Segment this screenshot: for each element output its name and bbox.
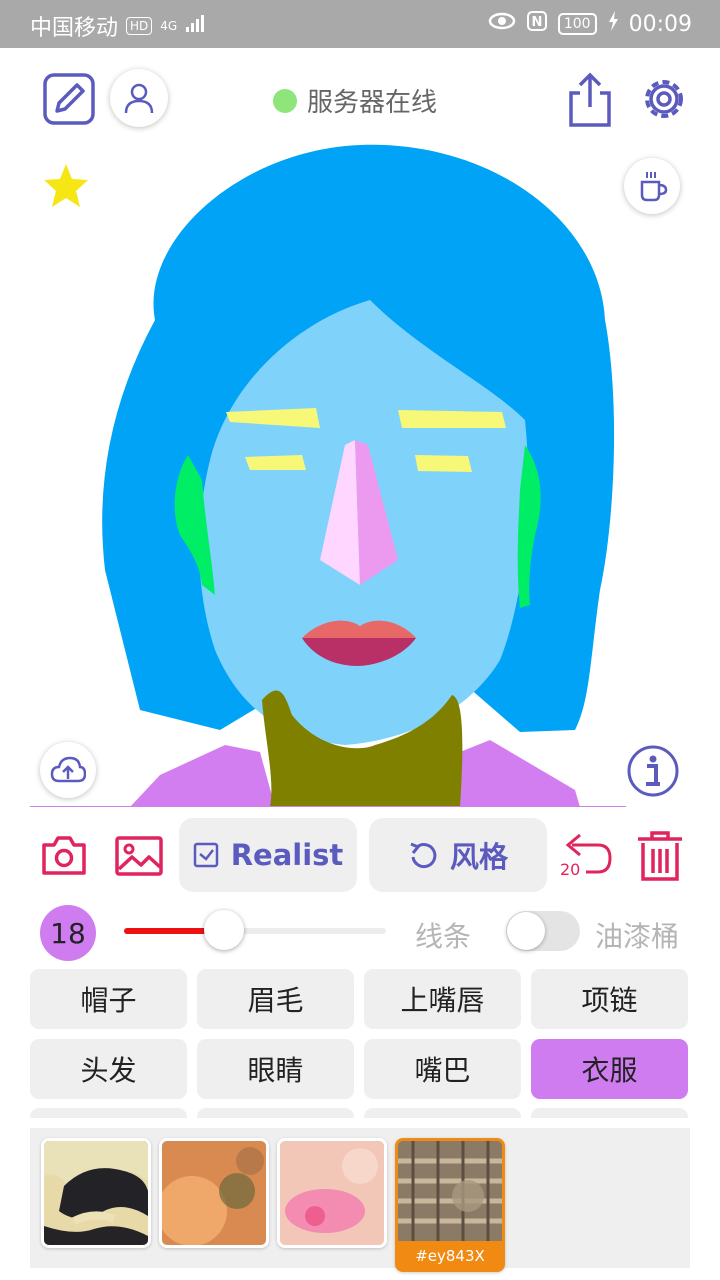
user-icon [124, 83, 154, 114]
status-bar: 中国移动 HD 4G N 100 00:09 [0, 0, 720, 48]
texture-image [44, 1141, 148, 1245]
camera-icon [42, 836, 86, 875]
coffee-cup-icon [640, 172, 668, 202]
part-button[interactable]: 眉毛 [197, 969, 354, 1029]
cloud-upload-icon [50, 756, 86, 783]
part-button[interactable]: 嘴巴 [364, 1039, 521, 1099]
share-icon [569, 72, 611, 127]
charging-icon [607, 10, 619, 38]
nfc-icon: N [526, 10, 548, 38]
paint-bucket-label: 油漆桶 [595, 920, 680, 953]
texture-image [398, 1141, 502, 1241]
star-icon [44, 164, 88, 207]
camera-button[interactable] [40, 832, 88, 878]
brush-size-badge: 18 [40, 905, 96, 961]
texture-swatch[interactable] [277, 1138, 387, 1248]
drawing-canvas[interactable] [30, 140, 630, 807]
style-label: 风格 [449, 840, 508, 874]
texture-swatch[interactable] [41, 1138, 151, 1248]
part-button-partial [197, 1108, 354, 1118]
line-mode-label[interactable]: 线条 [415, 915, 471, 955]
gallery-button[interactable] [114, 834, 164, 878]
favorite-button[interactable] [40, 160, 92, 212]
info-icon [627, 745, 679, 797]
brush-size-slider[interactable] [124, 910, 386, 950]
canvas-border [30, 806, 626, 807]
profile-button[interactable] [110, 69, 168, 127]
info-button[interactable] [626, 744, 680, 798]
part-button[interactable]: 项链 [531, 969, 688, 1029]
part-button[interactable]: 衣服 [531, 1039, 688, 1099]
delete-button[interactable] [634, 828, 686, 884]
part-button[interactable]: 头发 [30, 1039, 187, 1099]
server-status: 服务器在线 [273, 82, 437, 119]
undo-count: 20 [560, 860, 581, 879]
eye-left [245, 455, 306, 470]
paint-bucket-toggle[interactable] [506, 911, 580, 951]
coffee-button[interactable] [624, 158, 680, 214]
hd-badge: HD [126, 17, 153, 35]
texture-swatch[interactable] [159, 1138, 269, 1248]
part-button-partial [531, 1108, 688, 1118]
image-icon [115, 836, 163, 876]
edit-sketch-button[interactable] [40, 70, 98, 128]
texture-image [280, 1141, 384, 1245]
realist-label: Realist [230, 838, 344, 872]
sketch-drawing [102, 144, 615, 807]
undo-button[interactable]: 20 [558, 828, 616, 882]
eye-right [415, 455, 472, 472]
part-button[interactable]: 眼睛 [197, 1039, 354, 1099]
settings-button[interactable] [636, 70, 692, 128]
share-button[interactable] [565, 70, 615, 130]
refresh-icon [410, 842, 437, 869]
gear-icon [645, 80, 683, 118]
server-status-label: 服务器在线 [307, 88, 438, 118]
part-button-partial [364, 1108, 521, 1118]
texture-id-label: #ey843X [415, 1247, 485, 1265]
carrier-label: 中国移动 [30, 16, 119, 41]
realist-style-button[interactable]: Realist [179, 818, 357, 892]
texture-swatch-selected[interactable]: #ey843X [395, 1138, 505, 1272]
clock: 00:09 [628, 11, 692, 37]
toggle-knob [507, 912, 545, 950]
svg-text:N: N [531, 15, 542, 30]
style-button[interactable]: 风格 [369, 818, 547, 892]
texture-image [162, 1141, 266, 1245]
network-label: 4G [160, 19, 178, 33]
part-button-partial [30, 1108, 187, 1118]
eye-icon [488, 11, 516, 37]
battery-indicator: 100 [557, 13, 597, 35]
trash-icon [638, 831, 682, 881]
status-dot [273, 88, 297, 113]
pencil-square-icon [43, 73, 95, 125]
eyebrow-right [398, 410, 506, 428]
checkbox-icon [193, 842, 218, 868]
clothes-left [130, 745, 275, 807]
signal-icon [185, 13, 207, 39]
part-button[interactable]: 帽子 [30, 969, 187, 1029]
upload-button[interactable] [40, 742, 96, 798]
part-button[interactable]: 上嘴唇 [364, 969, 521, 1029]
slider-thumb[interactable] [203, 910, 244, 950]
